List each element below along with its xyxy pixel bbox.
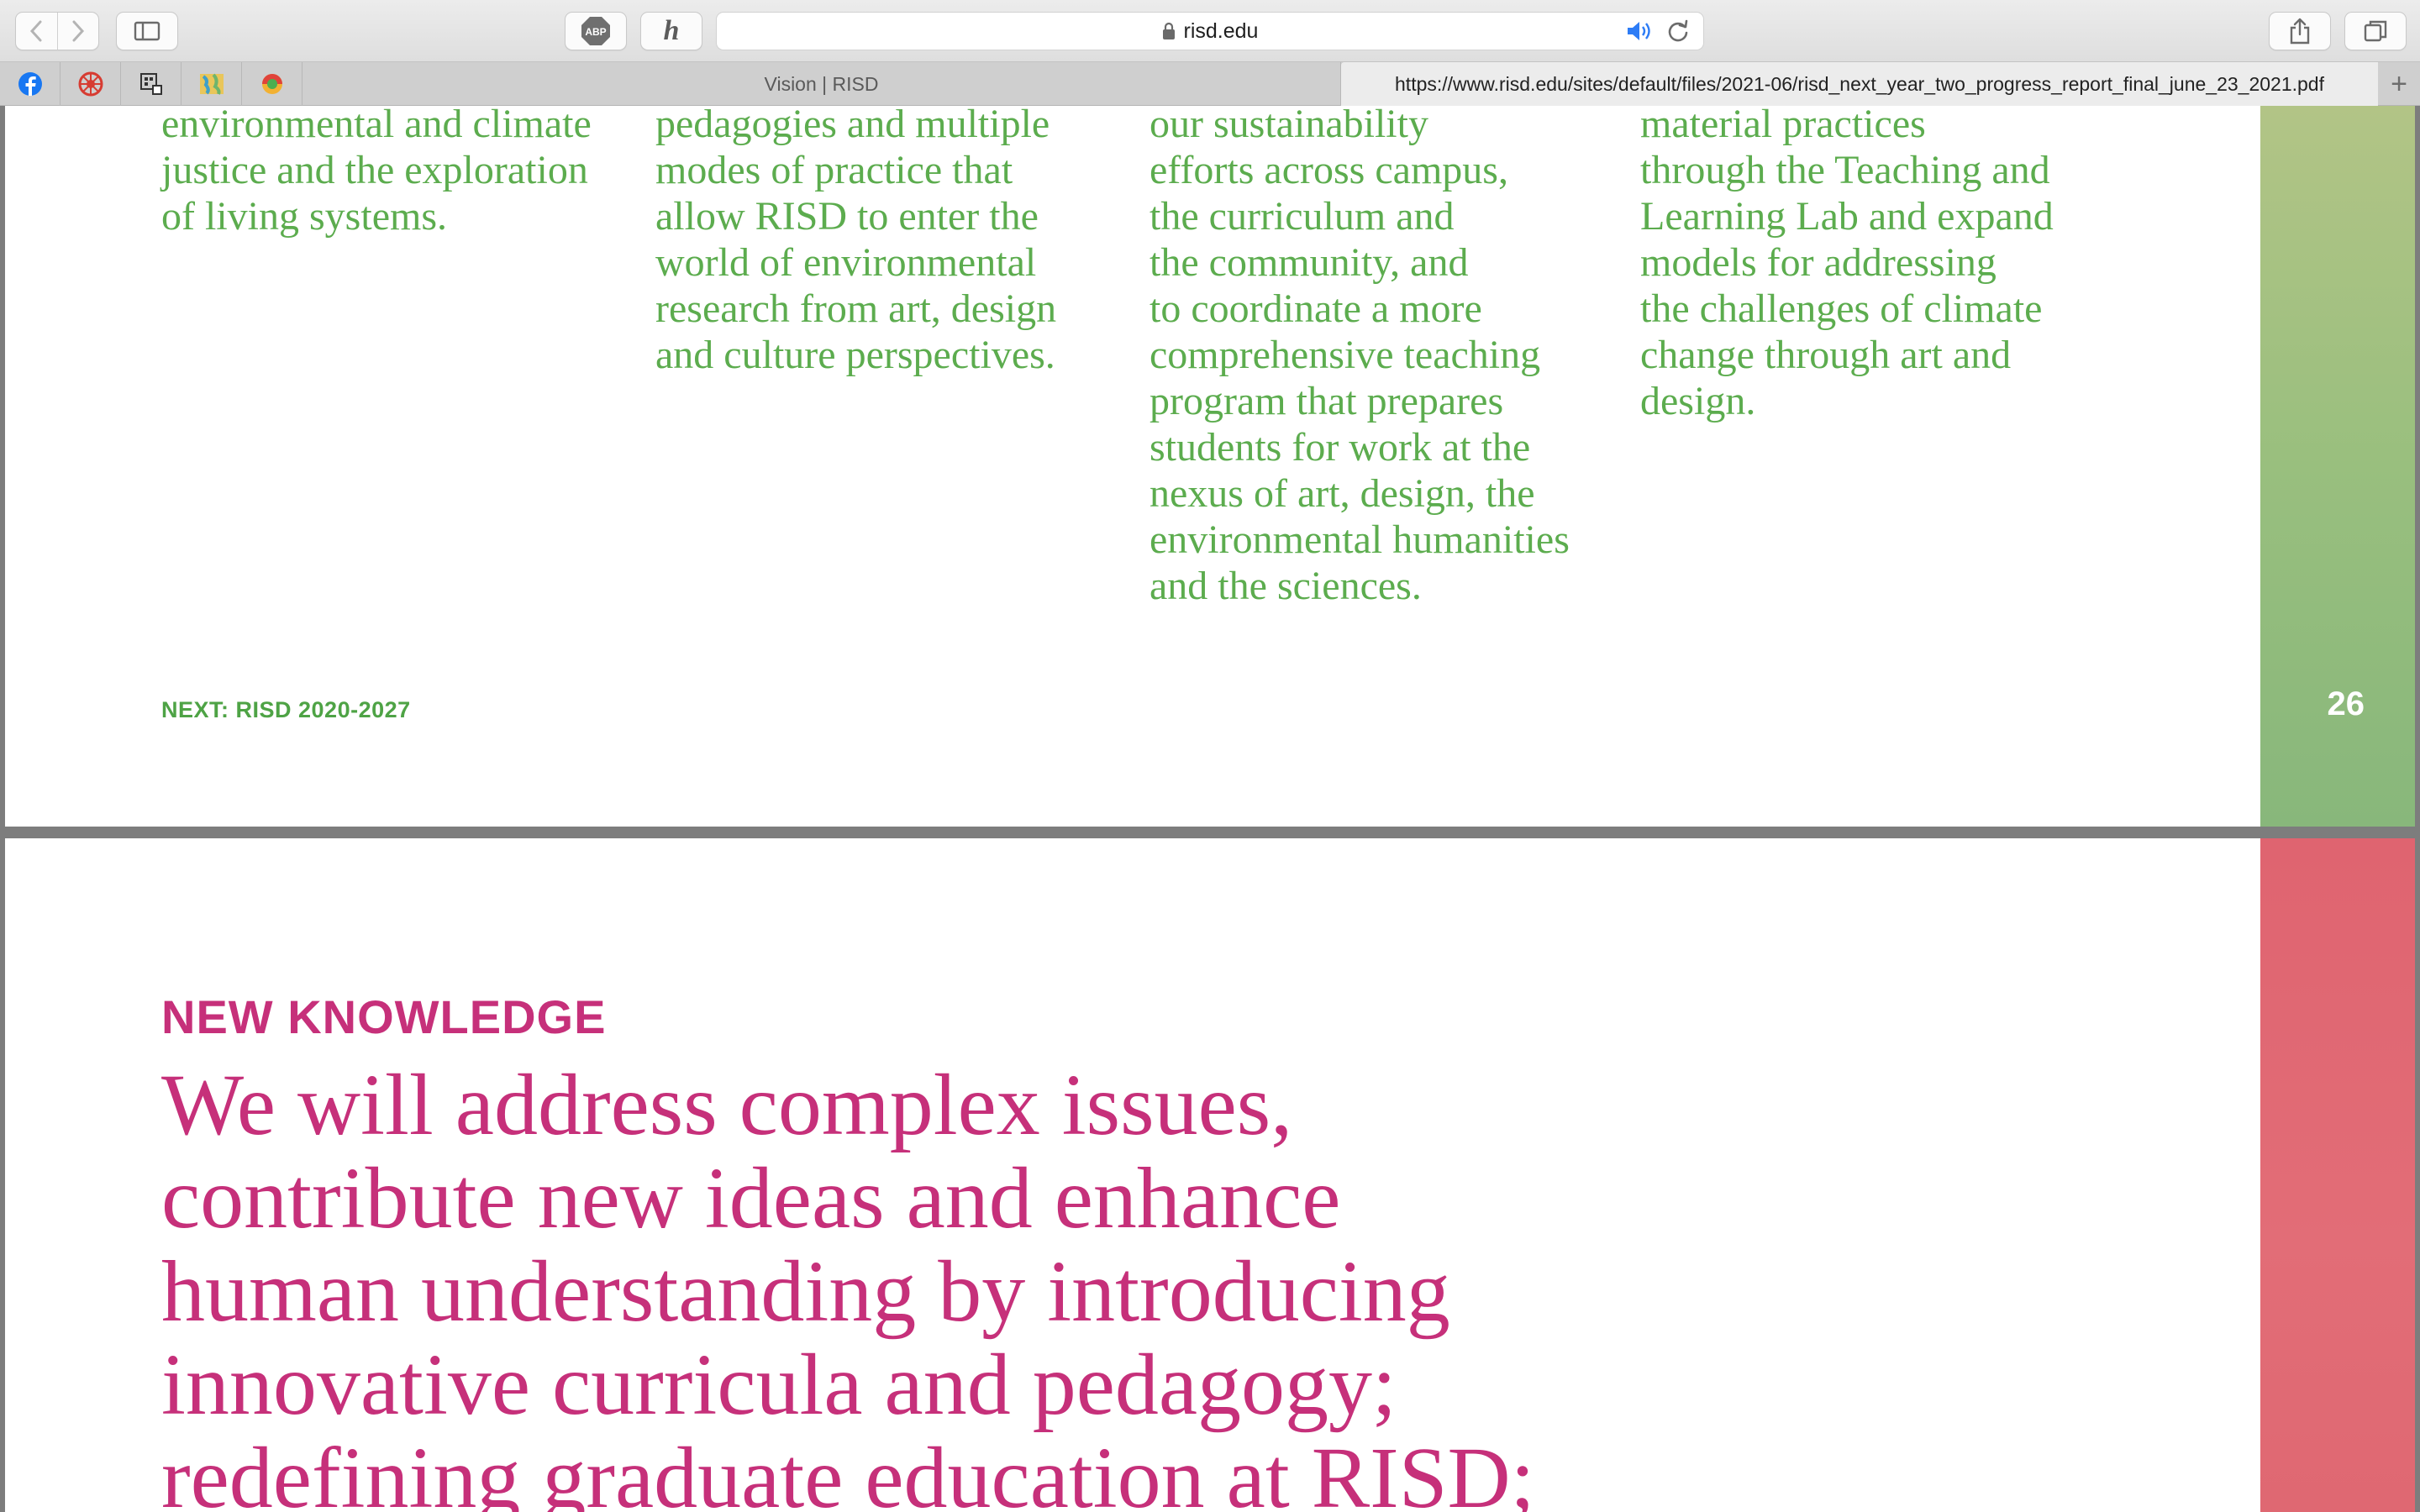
address-bar-actions [1626,19,1690,43]
bookmark-red-icon [78,71,103,97]
text-line: Learning Lab and expand [1640,194,2054,239]
tab-overview-button[interactable] [2344,12,2407,50]
text-line: efforts across campus, [1150,148,1508,192]
text-line: the curriculum and [1150,194,1455,239]
tab-vision-risd[interactable]: Vision | RISD [302,62,1341,106]
page-footer-label: NEXT: RISD 2020-2027 [161,697,411,722]
text-line: nexus of art, design, the [1150,471,1535,516]
bookmark-map-icon [199,73,224,95]
plus-icon: + [2391,67,2407,100]
forward-button[interactable] [56,13,98,50]
adblock-button[interactable]: ABP [565,12,627,50]
page-number: 26 [2327,685,2365,722]
new-tab-button[interactable]: + [2378,62,2420,106]
headline-line: human understanding by introducing [161,1243,1450,1340]
favorite-circle-site[interactable] [242,62,302,106]
text-line: pedagogies and multiple [655,106,1050,146]
text-column-2: pedagogies and multiple modes of practic… [655,106,1056,378]
share-button[interactable] [2269,12,2331,50]
text-line: justice and the exploration [161,148,588,192]
text-column-4: material practices through the Teaching … [1640,106,2054,424]
headline-line: contribute new ideas and enhance [161,1150,1341,1247]
address-display: risd.edu [717,13,1703,50]
browser-toolbar: ABP h risd.edu [0,0,2420,62]
pdf-page-26: environmental and climate justice and th… [5,106,2415,827]
tab-title: Vision | RISD [764,72,879,95]
text-line: and the sciences. [1150,564,1422,608]
share-icon [2290,18,2310,45]
adblock-label: ABP [585,26,606,38]
honey-icon: h [663,15,680,46]
lock-icon [1162,22,1175,39]
headline: We will address complex issues, contribu… [161,1058,1535,1512]
headline-line: innovative curricula and pedagogy; [161,1336,1397,1433]
honey-extension-button[interactable]: h [640,12,702,50]
text-line: students for work at the [1150,425,1531,470]
favorite-facebook[interactable] [0,62,60,106]
text-column-3: our sustainability efforts across campus… [1150,106,1570,609]
back-button[interactable] [16,13,57,50]
text-line: allow RISD to enter the [655,194,1039,239]
sidebar-icon [134,21,160,41]
favorite-red-site[interactable] [60,62,121,106]
reload-icon[interactable] [1666,19,1690,43]
text-line: to coordinate a more [1150,286,1482,331]
text-line: the challenges of climate [1640,286,2043,331]
tab-pdf-report[interactable]: https://www.risd.edu/sites/default/files… [1341,62,2378,106]
tabs-icon [2364,20,2387,42]
text-line: modes of practice that [655,148,1013,192]
text-line: world of environmental [655,240,1037,285]
text-line: research from art, design [655,286,1057,331]
text-line: and culture perspectives. [655,333,1055,377]
tab-bar: Vision | RISD https://www.risd.edu/sites… [0,62,2420,106]
tab-title: https://www.risd.edu/sites/default/files… [1395,72,2324,95]
text-line: the community, and [1150,240,1469,285]
headline-line: We will address complex issues, [161,1057,1293,1153]
speaker-icon[interactable] [1626,19,1655,43]
text-line: environmental and climate [161,106,592,146]
bookmark-circle-icon [261,74,282,94]
sidebar-toggle-button[interactable] [116,12,178,50]
facebook-icon [18,72,42,96]
adblock-icon: ABP [581,17,610,45]
text-line: our sustainability [1150,106,1428,146]
url-text: risd.edu [1183,18,1259,43]
text-line: change through art and [1640,333,2012,377]
text-line: of living systems. [161,194,448,239]
chevron-left-icon [30,20,42,42]
page-color-band [2260,838,2415,1512]
text-line: material practices [1640,106,1926,146]
headline-line: redefining graduate education at RISD; [161,1430,1535,1512]
text-line: comprehensive teaching [1150,333,1541,377]
section-title: NEW KNOWLEDGE [161,990,607,1043]
navigation-buttons [15,12,99,50]
text-line: through the Teaching and [1640,148,2050,192]
bookmark-grid-icon [139,73,162,95]
text-column-1: environmental and climate justice and th… [161,106,592,239]
chevron-right-icon [72,20,85,42]
text-line: models for addressing [1640,240,1996,285]
favorite-map-site[interactable] [182,62,242,106]
text-line: program that prepares [1150,379,1504,423]
address-bar[interactable]: risd.edu [716,12,1704,50]
text-line: design. [1640,379,1756,423]
text-line: environmental humanities [1150,517,1570,562]
pdf-page-27: NEW KNOWLEDGE We will address complex is… [5,838,2415,1512]
favorite-grid-site[interactable] [121,62,182,106]
